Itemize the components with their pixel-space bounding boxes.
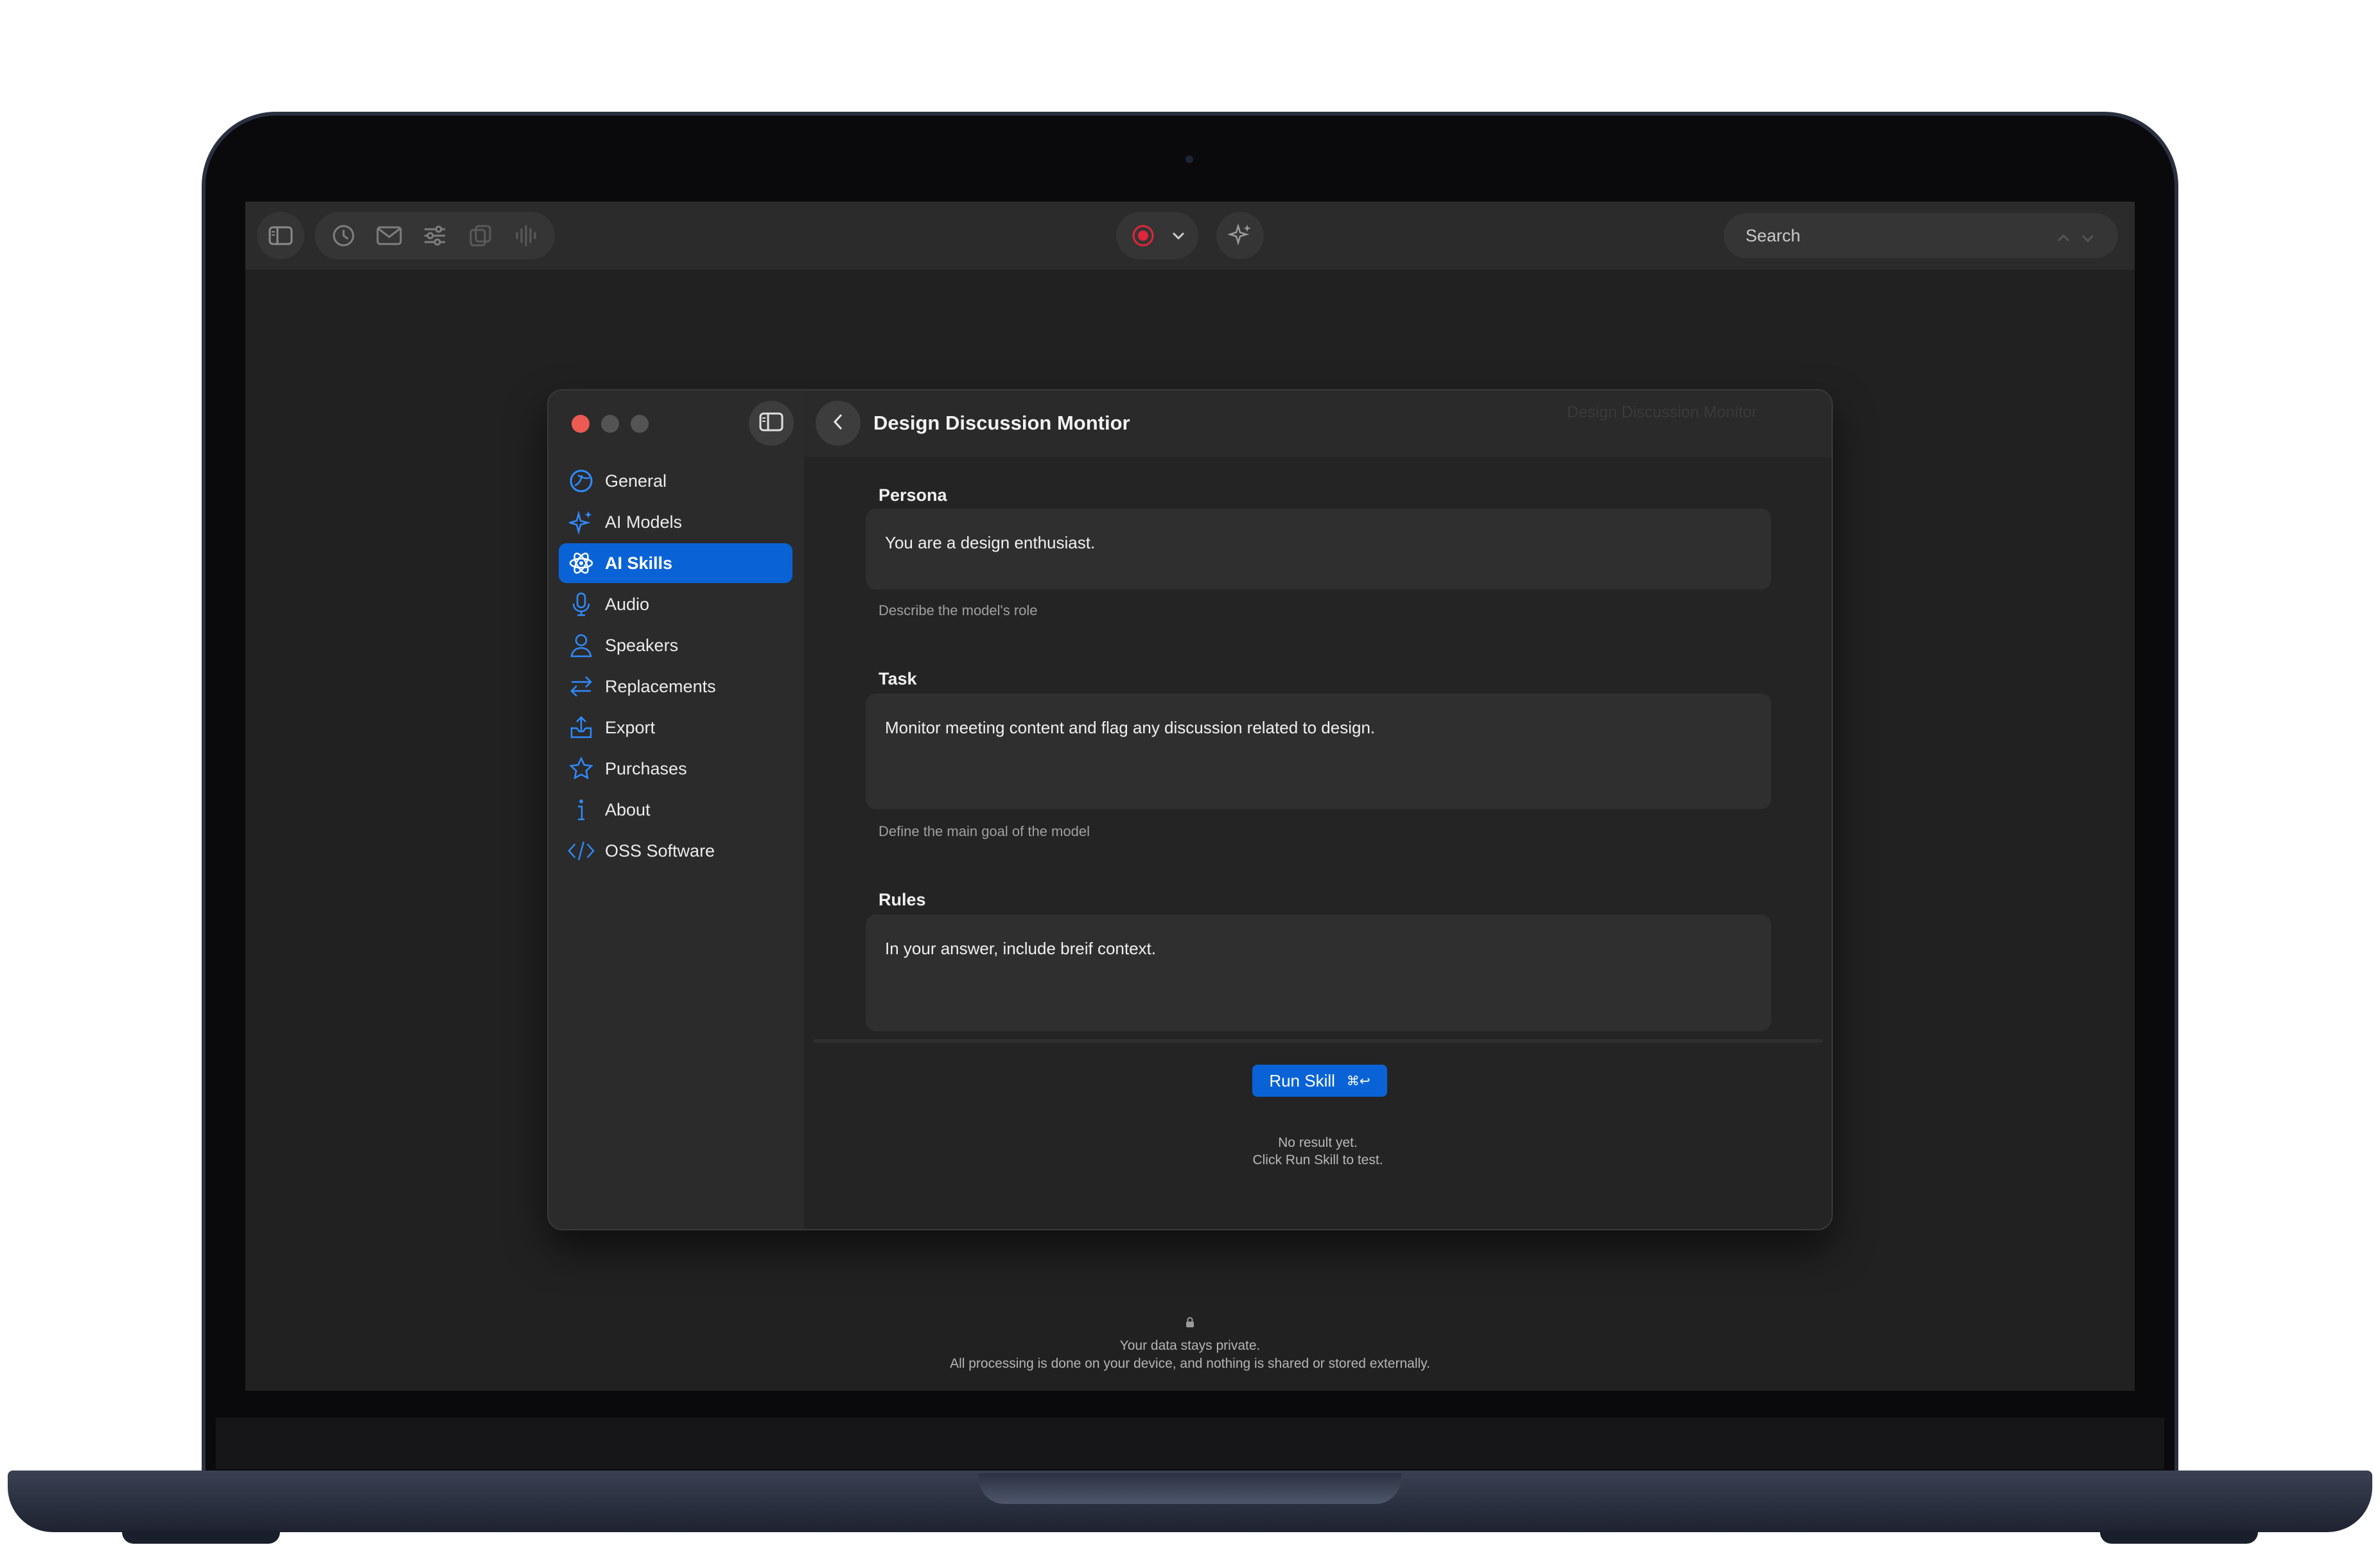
minimize-window-button[interactable] <box>601 415 619 433</box>
rules-label: Rules <box>879 890 926 909</box>
chevron-up-icon[interactable] <box>2056 227 2070 247</box>
laptop-bezel-bottom <box>216 1418 2164 1469</box>
lock-icon <box>245 1316 2135 1337</box>
toolbar-actions-group <box>315 212 555 259</box>
general-icon <box>568 467 595 494</box>
microphone-icon <box>568 591 595 618</box>
sidebar-item-label: Replacements <box>605 676 716 696</box>
task-hint: Define the main goal of the model <box>879 823 1090 839</box>
sidebar-item-export[interactable]: Export <box>559 708 792 747</box>
result-line-2: Click Run Skill to test. <box>1252 1153 1383 1167</box>
atom-icon <box>568 550 595 577</box>
skill-editor: Design Discussion Montior Design Discuss… <box>804 390 1832 1229</box>
privacy-line-1: Your data stays private. <box>1119 1338 1261 1353</box>
back-button[interactable] <box>816 401 861 446</box>
sidebar-item-audio[interactable]: Audio <box>559 584 792 624</box>
run-skill-shortcut: ⌘↩ <box>1346 1074 1370 1088</box>
mail-icon[interactable] <box>374 221 403 250</box>
task-value: Monitor meeting content and flag any dis… <box>885 718 1376 737</box>
close-window-button[interactable] <box>572 415 590 433</box>
laptop-foot-left <box>122 1531 280 1544</box>
sidebar-item-label: OSS Software <box>605 841 715 860</box>
sidebar-toggle-icon <box>759 412 783 435</box>
arrows-swap-icon <box>568 673 595 700</box>
sidebar-item-speakers[interactable]: Speakers <box>559 625 792 665</box>
sidebar-item-purchases[interactable]: Purchases <box>559 749 792 789</box>
rules-value: In your answer, include breif context. <box>885 939 1157 958</box>
sidebar-item-replacements[interactable]: Replacements <box>559 667 792 706</box>
record-icon[interactable] <box>1128 221 1158 250</box>
result-placeholder: No result yet. Click Run Skill to test. <box>804 1134 1832 1169</box>
sidebar-item-oss-software[interactable]: OSS Software <box>559 831 792 871</box>
sidebar-toggle-button[interactable] <box>749 401 794 446</box>
settings-nav: General AI Models AI Skills Audio Speake… <box>559 461 792 872</box>
chevron-left-icon <box>832 413 844 434</box>
toolbar: Search <box>245 202 2135 270</box>
sidebar-item-ai-models[interactable]: AI Models <box>559 502 792 542</box>
sidebar-item-about[interactable]: About <box>559 790 792 830</box>
sidebar-toggle-icon <box>266 221 295 250</box>
record-control[interactable] <box>1116 212 1198 259</box>
sparkle-icon <box>1225 221 1255 250</box>
search-input[interactable]: Search <box>1724 213 2118 258</box>
settings-window: General AI Models AI Skills Audio Speake… <box>547 389 1833 1230</box>
sliders-icon[interactable] <box>420 221 449 250</box>
persona-field[interactable]: You are a design enthusiast. <box>866 509 1771 589</box>
info-icon <box>568 796 595 823</box>
sidebar-item-label: About <box>605 799 651 819</box>
persona-hint: Describe the model's role <box>879 602 1038 618</box>
ghost-title: Design Discussion Monitor <box>1567 403 1757 421</box>
sidebar-item-label: General <box>605 471 667 491</box>
waveform-icon[interactable] <box>512 221 541 250</box>
search-placeholder: Search <box>1746 225 1801 245</box>
divider <box>813 1039 1823 1043</box>
result-line-1: No result yet. <box>1278 1135 1358 1150</box>
persona-value: You are a design enthusiast. <box>885 533 1096 552</box>
code-icon <box>568 837 595 864</box>
run-skill-label: Run Skill <box>1269 1070 1335 1090</box>
zoom-window-button[interactable] <box>631 415 649 433</box>
privacy-line-2: All processing is done on your device, a… <box>950 1356 1430 1371</box>
sidebar-item-ai-skills[interactable]: AI Skills <box>559 543 792 583</box>
clock-icon[interactable] <box>329 221 358 250</box>
sidebar-item-label: Speakers <box>605 635 679 655</box>
sidebar-item-label: Export <box>605 717 656 737</box>
sidebar-item-general[interactable]: General <box>559 461 792 501</box>
star-icon <box>568 755 595 782</box>
run-skill-button[interactable]: Run Skill ⌘↩ <box>1252 1065 1387 1097</box>
sparkle-icon <box>568 509 595 536</box>
laptop-foot-right <box>2100 1531 2258 1544</box>
search-stepper[interactable] <box>2056 227 2095 247</box>
sidebar-toggle-button[interactable] <box>257 212 304 259</box>
task-field[interactable]: Monitor meeting content and flag any dis… <box>866 694 1771 809</box>
settings-sidebar: General AI Models AI Skills Audio Speake… <box>548 390 804 1229</box>
privacy-notice: Your data stays private. All processing … <box>245 1316 2135 1373</box>
screen: Search General AI Models AI Skills Audio… <box>245 202 2135 1391</box>
camera <box>1186 155 1193 163</box>
rules-field[interactable]: In your answer, include breif context. <box>866 914 1771 1031</box>
ai-assist-button[interactable] <box>1216 212 1264 259</box>
sidebar-item-label: Purchases <box>605 758 687 778</box>
persona-label: Persona <box>879 485 947 505</box>
chevron-down-icon[interactable] <box>2081 227 2095 247</box>
skill-header: Design Discussion Montior Design Discuss… <box>804 390 1832 457</box>
copy-icon[interactable] <box>466 221 495 250</box>
sidebar-item-label: Audio <box>605 594 650 614</box>
person-icon <box>568 632 595 659</box>
export-icon <box>568 714 595 741</box>
laptop-hinge-notch <box>979 1473 1401 1504</box>
page-title: Design Discussion Montior <box>873 412 1130 434</box>
sidebar-item-label: AI Skills <box>605 553 673 573</box>
task-label: Task <box>879 669 917 688</box>
chevron-down-icon[interactable] <box>1171 221 1186 250</box>
sidebar-item-label: AI Models <box>605 512 683 532</box>
